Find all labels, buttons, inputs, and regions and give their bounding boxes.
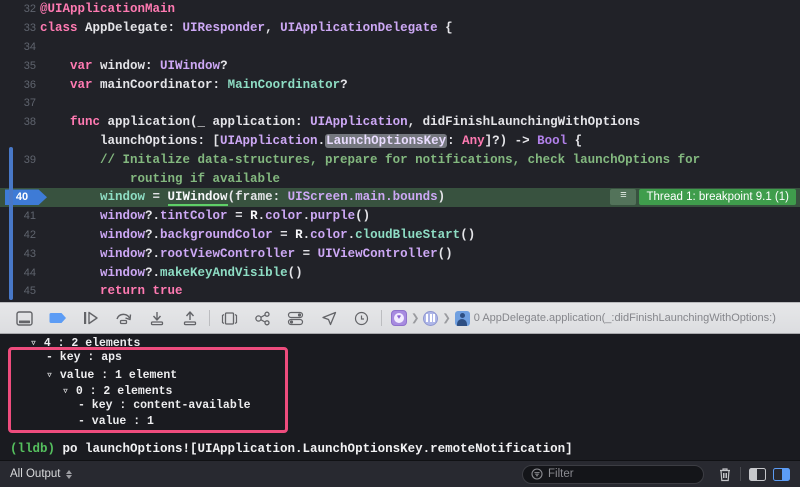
xcode-debug-window: 32@UIApplicationMain33class AppDelegate:… <box>0 0 800 487</box>
annotation-highlight-box <box>8 347 288 433</box>
code-text: class AppDelegate: UIResponder, UIApplic… <box>40 21 453 35</box>
toolbar-separator <box>209 310 210 326</box>
filter-placeholder: Filter <box>548 468 574 480</box>
code-text: return true <box>40 284 183 298</box>
line-number-gutter[interactable]: 45 <box>0 285 40 297</box>
stack-frame-label[interactable]: 0 AppDelegate.application(_:didFinishLau… <box>474 312 776 324</box>
code-line[interactable]: 41 window?.tintColor = R.color.purple() <box>0 207 800 226</box>
line-number-gutter[interactable]: 33 <box>0 22 40 34</box>
code-line[interactable]: 34 <box>0 38 800 57</box>
popup-arrows-icon <box>66 470 72 479</box>
simulate-location-icon[interactable] <box>312 306 345 330</box>
code-line[interactable]: launchOptions: [UIApplication.LaunchOpti… <box>0 132 800 151</box>
code-text: window?.backgroundColor = R.color.cloudB… <box>40 228 475 242</box>
line-number-gutter[interactable]: 32 <box>0 3 40 15</box>
filter-icon <box>531 468 543 480</box>
debug-jump-bar: ♥ ❯ ❯ 0 AppDelegate.application(_:didFin… <box>391 310 776 326</box>
step-into-icon[interactable] <box>140 306 173 330</box>
code-text: window = UIWindow(frame: UIScreen.main.b… <box>40 190 445 204</box>
breakpoints-toggle-icon[interactable] <box>41 306 74 330</box>
output-scope-selector[interactable]: All Output <box>10 468 72 480</box>
line-number-gutter[interactable]: 39 <box>0 154 40 166</box>
code-text: window?.rootViewController = UIViewContr… <box>40 247 453 261</box>
environment-overrides-icon[interactable] <box>279 306 312 330</box>
code-text: @UIApplicationMain <box>40 2 175 16</box>
code-text: // Initalize data-structures, prepare fo… <box>40 153 700 167</box>
code-line[interactable]: 43 window?.rootViewController = UIViewCo… <box>0 244 800 263</box>
code-line[interactable]: 38 func application(_ application: UIApp… <box>0 113 800 132</box>
line-number-gutter[interactable]: 36 <box>0 79 40 91</box>
line-number-gutter[interactable]: 34 <box>0 41 40 53</box>
line-number-gutter[interactable]: 41 <box>0 210 40 222</box>
code-text: var window: UIWindow? <box>40 59 228 73</box>
code-text: launchOptions: [UIApplication.LaunchOpti… <box>40 134 582 148</box>
bottom-bar-separator <box>740 467 741 481</box>
chevron-right-icon: ❯ <box>442 313 450 324</box>
code-text: routing if available <box>40 172 280 186</box>
code-line[interactable]: 35 var window: UIWindow? <box>0 56 800 75</box>
output-scope-label: All Output <box>10 468 61 480</box>
source-editor[interactable]: 32@UIApplicationMain33class AppDelegate:… <box>0 0 800 302</box>
code-line-current[interactable]: 40 window = UIWindow(frame: UIScreen.mai… <box>0 188 800 207</box>
line-number-gutter[interactable]: 37 <box>0 97 40 109</box>
line-number-gutter[interactable]: 44 <box>0 267 40 279</box>
hide-debug-area-icon[interactable] <box>8 306 41 330</box>
line-number-gutter[interactable]: 43 <box>0 248 40 260</box>
line-number-gutter[interactable]: 35 <box>0 60 40 72</box>
filter-input[interactable]: Filter <box>522 465 704 484</box>
line-number-gutter[interactable]: 38 <box>0 116 40 128</box>
breakpoint-menu-icon[interactable]: ≡ <box>610 189 636 205</box>
code-line[interactable]: 44 window?.makeKeyAndVisible() <box>0 263 800 282</box>
variables-pane-icon[interactable] <box>773 468 790 481</box>
lldb-prompt: (lldb) <box>10 442 63 456</box>
line-number-gutter[interactable]: 42 <box>0 229 40 241</box>
trash-icon[interactable] <box>718 467 732 482</box>
code-line[interactable]: 45 return true <box>0 282 800 301</box>
thread-icon[interactable] <box>423 311 438 326</box>
code-line[interactable]: 32@UIApplicationMain <box>0 0 800 19</box>
lldb-command: po launchOptions![UIApplication.LaunchOp… <box>63 442 573 456</box>
code-line[interactable]: 33class AppDelegate: UIResponder, UIAppl… <box>0 19 800 38</box>
code-line[interactable]: 42 window?.backgroundColor = R.color.clo… <box>0 226 800 245</box>
debug-bar: ♥ ❯ ❯ 0 AppDelegate.application(_:didFin… <box>0 302 800 334</box>
code-line[interactable]: 36 var mainCoordinator: MainCoordinator? <box>0 75 800 94</box>
code-line[interactable]: 37 <box>0 94 800 113</box>
toolbar-separator <box>381 310 382 326</box>
code-line[interactable]: routing if available <box>0 169 800 188</box>
code-text: window?.tintColor = R.color.purple() <box>40 209 370 223</box>
view-hierarchy-icon[interactable] <box>213 306 246 330</box>
console-bottom-bar: All Output Filter <box>0 460 800 487</box>
code-line[interactable]: 39 // Initalize data-structures, prepare… <box>0 150 800 169</box>
stack-frame-icon[interactable] <box>455 311 470 326</box>
debug-console[interactable]: ▿ 4 : 2 elements- key : aps▿ value : 1 e… <box>0 334 800 460</box>
continue-icon[interactable] <box>74 306 107 330</box>
source-control-change-bar <box>9 147 13 300</box>
clock-icon[interactable] <box>345 306 378 330</box>
step-over-icon[interactable] <box>107 306 140 330</box>
memory-graph-icon[interactable] <box>246 306 279 330</box>
code-text: func application(_ application: UIApplic… <box>40 115 640 129</box>
app-icon[interactable]: ♥ <box>391 310 407 326</box>
thread-breakpoint-badge[interactable]: Thread 1: breakpoint 9.1 (1) <box>639 189 796 205</box>
chevron-right-icon: ❯ <box>411 313 419 324</box>
console-pane-icon[interactable] <box>749 468 766 481</box>
code-text: window?.makeKeyAndVisible() <box>40 266 303 280</box>
code-text: var mainCoordinator: MainCoordinator? <box>40 78 348 92</box>
lldb-command-line[interactable]: (lldb) po launchOptions![UIApplication.L… <box>10 442 573 456</box>
step-out-icon[interactable] <box>173 306 206 330</box>
